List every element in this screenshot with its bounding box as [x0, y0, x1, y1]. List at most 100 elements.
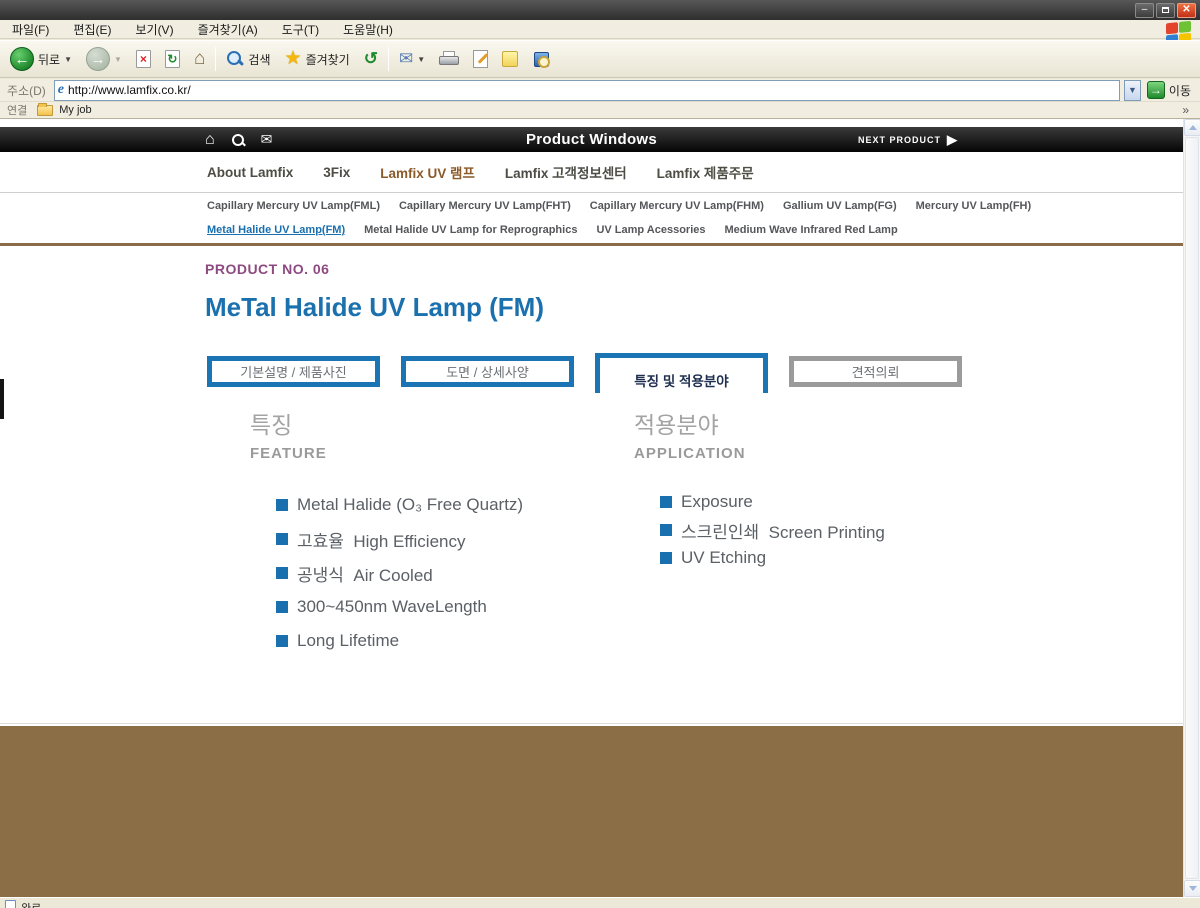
- scroll-up-icon: [1189, 125, 1197, 130]
- footer-divider: [0, 723, 1183, 724]
- application-item: UV Etching: [660, 544, 885, 572]
- stop-button[interactable]: ×: [132, 48, 155, 70]
- address-bar: 주소(D) e ▼ → 이동: [0, 79, 1200, 102]
- status-text: 완료: [21, 900, 41, 908]
- nav-product-order[interactable]: Lamfix 제품주문: [657, 162, 754, 182]
- application-heading-en: APPLICATION: [634, 445, 885, 462]
- forward-button[interactable]: → ▼: [82, 45, 126, 73]
- brown-divider: [0, 243, 1183, 246]
- nav-3fix[interactable]: 3Fix: [323, 165, 350, 180]
- site-header-title: Product Windows: [0, 131, 1183, 148]
- address-label: 주소(D): [3, 82, 50, 99]
- messenger-icon: [532, 50, 550, 68]
- address-input[interactable]: [68, 83, 1116, 97]
- refresh-button[interactable]: ↻: [161, 48, 184, 70]
- back-button[interactable]: ← 뒤로 ▼: [6, 45, 76, 73]
- scrollbar-thumb[interactable]: [1185, 137, 1199, 879]
- search-icon: [226, 50, 244, 68]
- scroll-down-icon: [1189, 886, 1197, 891]
- mail-dropdown-icon[interactable]: ▼: [417, 55, 425, 64]
- mail-button[interactable]: ✉ ▼: [395, 47, 429, 71]
- menu-help[interactable]: 도움말(H): [331, 20, 405, 38]
- menu-bar: 파일(F) 편집(E) 보기(V) 즐겨찾기(A) 도구(T) 도움말(H): [0, 20, 1200, 39]
- address-input-wrap: e: [54, 80, 1120, 101]
- subnav-fhm[interactable]: Capillary Mercury UV Lamp(FHM): [590, 200, 764, 212]
- back-icon: ←: [10, 47, 34, 71]
- application-column: 적용분야 APPLICATION Exposure 스크린인쇄 Screen P…: [634, 406, 885, 572]
- subnav-fg[interactable]: Gallium UV Lamp(FG): [783, 200, 897, 212]
- subnav-fml[interactable]: Capillary Mercury UV Lamp(FML): [207, 200, 380, 212]
- application-item: Exposure: [660, 488, 885, 516]
- go-label: 이동: [1169, 82, 1191, 99]
- site-header-bar: Product Windows ⌂ ✉ NEXT PRODUCT ▶: [0, 127, 1183, 152]
- toolbar-separator: [215, 47, 216, 71]
- forward-dropdown-icon: ▼: [114, 55, 122, 64]
- square-bullet-icon: [276, 635, 288, 647]
- next-product-button[interactable]: NEXT PRODUCT ▶: [858, 132, 958, 148]
- nav-about-lamfix[interactable]: About Lamfix: [207, 165, 293, 180]
- scroll-up-button[interactable]: [1184, 119, 1200, 136]
- square-bullet-icon: [660, 552, 672, 564]
- subnav-reprographics[interactable]: Metal Halide UV Lamp for Reprographics: [364, 224, 577, 236]
- subnav-fm-active[interactable]: Metal Halide UV Lamp(FM): [207, 224, 345, 236]
- browser-window: { "window": { "controls": { "minimize": …: [0, 0, 1200, 908]
- home-button[interactable]: ⌂: [190, 46, 209, 72]
- menu-edit[interactable]: 편집(E): [61, 20, 123, 38]
- application-item: 스크린인쇄 Screen Printing: [660, 516, 885, 544]
- feature-column: 특징 FEATURE Metal Halide (O₃ Free Quartz)…: [250, 406, 523, 658]
- scroll-down-button[interactable]: [1184, 880, 1200, 897]
- menu-file[interactable]: 파일(F): [0, 20, 61, 38]
- mail-icon: ✉: [399, 49, 413, 69]
- edit-button[interactable]: [469, 48, 492, 70]
- site-search-icon[interactable]: [231, 133, 245, 147]
- restore-button[interactable]: [1156, 3, 1175, 18]
- messenger-button[interactable]: [528, 48, 554, 70]
- history-icon: ↺: [364, 49, 378, 69]
- menu-view[interactable]: 보기(V): [123, 20, 185, 38]
- home-icon: ⌂: [194, 48, 205, 70]
- next-product-arrow-icon: ▶: [947, 132, 958, 148]
- links-overflow-chevron[interactable]: »: [1182, 103, 1197, 117]
- favorites-star-icon: ★: [285, 50, 302, 68]
- feature-item: 공냉식 Air Cooled: [276, 556, 523, 590]
- minimize-button[interactable]: –: [1135, 3, 1154, 18]
- vertical-scrollbar[interactable]: [1183, 119, 1200, 897]
- links-item-myjob[interactable]: My job: [59, 104, 91, 116]
- menu-favorites[interactable]: 즐겨찾기(A): [186, 20, 270, 38]
- back-dropdown-icon[interactable]: ▼: [64, 55, 72, 64]
- search-button[interactable]: 검색: [222, 48, 274, 70]
- links-bar: 연결 My job »: [0, 102, 1200, 119]
- nav-customer-center[interactable]: Lamfix 고객정보센터: [505, 162, 627, 182]
- menu-tools[interactable]: 도구(T): [270, 20, 331, 38]
- discuss-button[interactable]: [498, 49, 522, 69]
- subnav-fh[interactable]: Mercury UV Lamp(FH): [916, 200, 1032, 212]
- square-bullet-icon: [276, 567, 288, 579]
- favorites-button[interactable]: ★ 즐겨찾기: [281, 48, 354, 70]
- address-dropdown-button[interactable]: ▼: [1124, 80, 1141, 101]
- tab-quote-request[interactable]: 견적의뢰: [789, 356, 962, 387]
- tab-drawing-specs[interactable]: 도면 / 상세사양: [401, 356, 574, 387]
- tab-basic-info[interactable]: 기본설명 / 제품사진: [207, 356, 380, 387]
- application-heading-ko: 적용분야: [634, 406, 885, 440]
- subnav-accessories[interactable]: UV Lamp Acessories: [596, 224, 705, 236]
- go-button[interactable]: → 이동: [1145, 81, 1197, 99]
- toolbar-separator: [388, 47, 389, 71]
- restore-icon: [1162, 7, 1169, 13]
- page-viewport: Product Windows ⌂ ✉ NEXT PRODUCT ▶ About…: [0, 119, 1183, 897]
- history-button[interactable]: ↺: [360, 47, 382, 71]
- feature-list: Metal Halide (O₃ Free Quartz) 고효율 High E…: [276, 488, 523, 658]
- nav-lamfix-uv-lamp[interactable]: Lamfix UV 램프: [380, 162, 475, 182]
- search-label: 검색: [248, 51, 270, 68]
- browser-toolbar: ← 뒤로 ▼ → ▼ × ↻ ⌂ 검색 ★ 즐겨찾기 ↺ ✉ ▼: [0, 40, 1200, 78]
- square-bullet-icon: [660, 524, 672, 536]
- subnav-fht[interactable]: Capillary Mercury UV Lamp(FHT): [399, 200, 571, 212]
- folder-icon: [37, 105, 53, 116]
- title-bar: – ✕: [0, 0, 1200, 20]
- close-button[interactable]: ✕: [1177, 3, 1196, 18]
- print-button[interactable]: [435, 49, 463, 69]
- refresh-icon: ↻: [165, 50, 180, 68]
- tab-feature-application[interactable]: 특징 및 적용분야: [595, 353, 768, 393]
- square-bullet-icon: [276, 499, 288, 511]
- subnav-infrared[interactable]: Medium Wave Infrared Red Lamp: [724, 224, 897, 236]
- ie-page-icon: e: [58, 82, 64, 98]
